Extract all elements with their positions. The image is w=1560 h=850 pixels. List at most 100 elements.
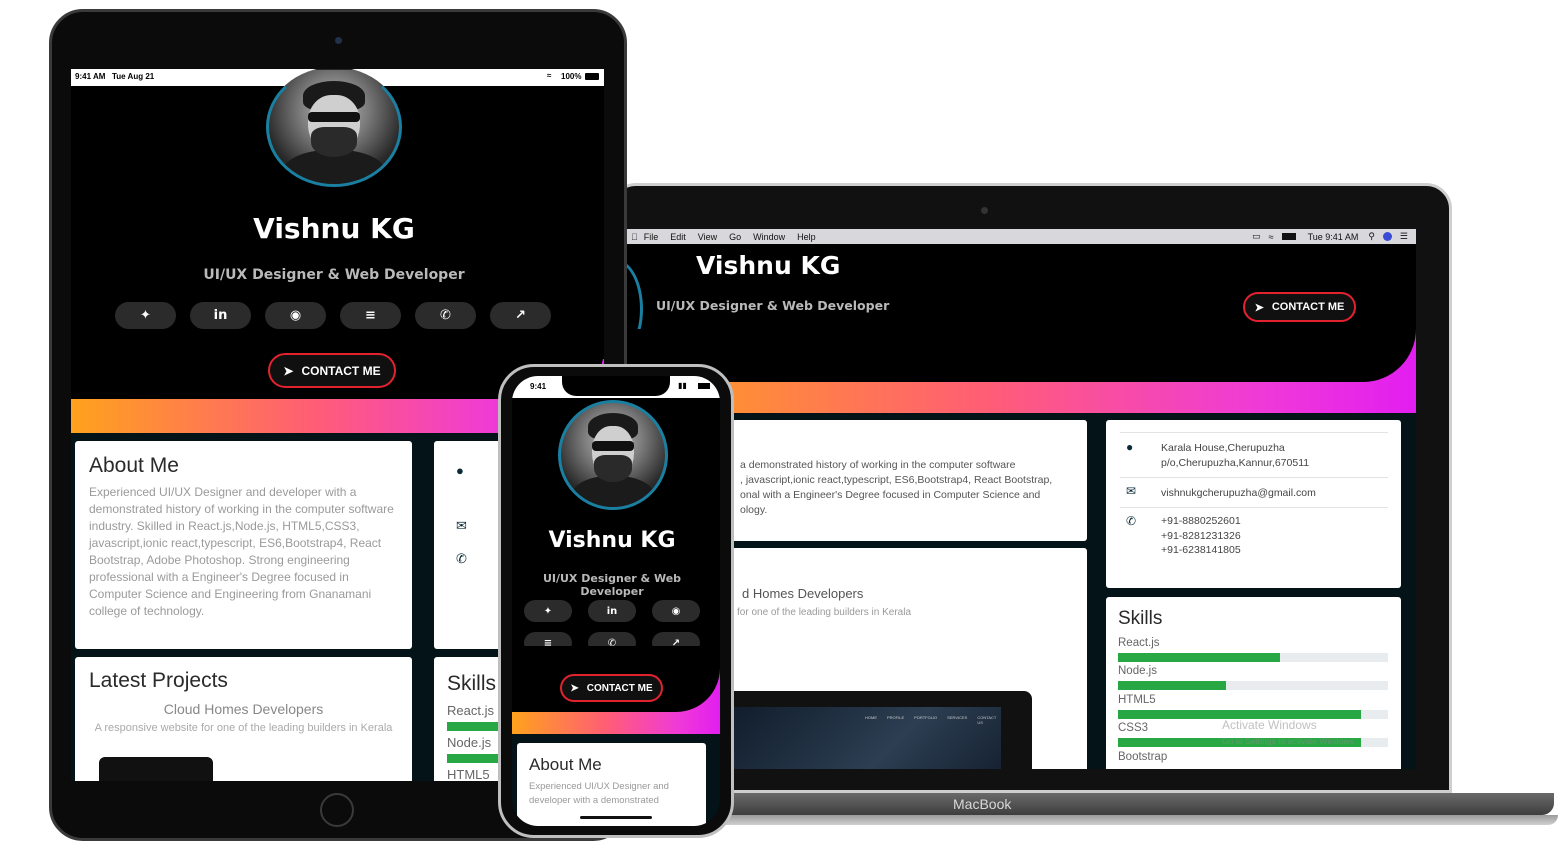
mac-menu-view[interactable]: View — [698, 232, 717, 242]
ipad-status-time: 9:41 AM — [75, 72, 106, 81]
spotlight-icon[interactable]: ⚲ — [1368, 231, 1375, 242]
ipad-project-thumb — [99, 757, 213, 781]
mac-skill-react: React.js — [1118, 635, 1388, 663]
macbook-screen:  File Edit View Go Window Help ▭ ≈ Tue … — [627, 229, 1416, 769]
mac-address-line1: Karala House,Cherupuzha — [1161, 442, 1285, 454]
ipad-project-title: Cloud Homes Developers — [163, 701, 324, 717]
mac-skill-node: Node.js — [1118, 663, 1388, 692]
mac-contact-label: CONTACT ME — [1271, 301, 1345, 313]
mini-nav-profile: PROFILE — [887, 715, 905, 720]
ipad-profile-role: UI/UX Designer & Web Developer — [203, 267, 465, 283]
mac-email[interactable]: vishnukgcherupuzha@gmail.com — [1161, 486, 1316, 501]
ipad-contact-button-front[interactable]: ➤ CONTACT ME — [268, 353, 396, 388]
mini-nav-services: SERVICES — [947, 715, 968, 720]
mac-menu-edit[interactable]: Edit — [670, 232, 686, 242]
ipad-github-button[interactable]: ◉ — [265, 302, 326, 329]
mac-menu-bar:  File Edit View Go Window Help ▭ ≈ Tue … — [627, 229, 1416, 244]
ipad-battery-icon — [585, 73, 599, 80]
mac-menu-window[interactable]: Window — [753, 232, 785, 242]
ipad-project-desc: A responsive website for one of the lead… — [94, 722, 393, 734]
github-icon: ◉ — [671, 605, 681, 617]
mini-laptop-screen: HOME PROFILE PORTFOLIO SERVICES CONTACT … — [715, 707, 1001, 769]
activate-windows-title: Activate Windows — [1222, 718, 1317, 732]
ipad-wifi-icon: ≈ — [547, 71, 552, 80]
ipad-home-button[interactable] — [320, 793, 354, 827]
ipad-skill-html-name: HTML5 — [447, 767, 490, 781]
send-icon: ➤ — [570, 682, 579, 694]
ipad-linkedin-button[interactable]: in — [190, 302, 251, 329]
mac-skills-card: Skills React.js Node.js HTML5 CSS3 Boots… — [1106, 597, 1401, 769]
mac-about-line1: a demonstrated history of working in the… — [740, 459, 1016, 471]
ipad-skill-node-name: Node.js — [447, 735, 492, 750]
iphone-contact-button[interactable]: ➤ CONTACT ME — [560, 674, 663, 702]
phone-icon: ✆ — [456, 551, 467, 566]
ipad-skill-react-name: React.js — [447, 703, 494, 718]
ipad-projects-title: Latest Projects — [89, 669, 228, 692]
mac-menu-help[interactable]: Help — [797, 232, 816, 242]
twitter-icon: ✦ — [140, 308, 151, 323]
wifi-icon[interactable]: ≈ — [1269, 232, 1274, 242]
macbook-base — [590, 793, 1554, 815]
location-icon: ● — [1126, 440, 1134, 454]
whatsapp-icon: ✆ — [440, 308, 451, 323]
mini-nav-contact: CONTACT US — [977, 715, 997, 725]
mac-profile-role: UI/UX Designer & Web Developer — [656, 298, 890, 313]
airplay-icon[interactable]: ▭ — [1252, 231, 1261, 242]
email-icon: ✉ — [456, 518, 467, 533]
iphone-screen: 9:41 ▮▮ Vishnu KG UI/UX Designer & Web D… — [512, 376, 720, 826]
ipad-external-link-button[interactable]: ↗ — [490, 302, 551, 329]
mac-apple-icon[interactable]:  — [631, 232, 638, 242]
iphone-home-indicator — [580, 816, 652, 819]
notification-center-icon[interactable]: ☰ — [1400, 231, 1408, 242]
mac-project-desc: for one of the leading builders in Keral… — [737, 607, 912, 618]
location-icon: ● — [456, 463, 464, 478]
github-icon: ◉ — [289, 308, 302, 323]
macbook-camera — [981, 207, 988, 214]
mac-skill-bootstrap-name: Bootstrap — [1118, 751, 1168, 763]
mac-menu-file[interactable]: File — [644, 232, 659, 242]
mac-skill-html-name: HTML5 — [1118, 694, 1156, 706]
mac-about-line4: ology. — [740, 503, 768, 516]
iphone-notch — [562, 376, 670, 396]
iphone-about-text: Experienced UI/UX Designer and developer… — [529, 781, 669, 806]
ipad-stackoverflow-button[interactable]: ≡ — [340, 302, 401, 329]
ipad-avatar — [266, 69, 402, 187]
ipad-about-text: Experienced UI/UX Designer and developer… — [89, 485, 394, 619]
iphone-signal-icon: ▮▮ — [678, 381, 687, 390]
ipad-twitter-button[interactable]: ✦ — [115, 302, 176, 329]
siri-icon[interactable] — [1382, 232, 1392, 241]
mac-skill-bootstrap: Bootstrap — [1118, 749, 1388, 769]
mac-skill-list: React.js Node.js HTML5 CSS3 Bootstrap — [1118, 635, 1388, 769]
send-icon: ➤ — [283, 363, 294, 378]
iphone-profile-name: Vishnu KG — [548, 528, 676, 553]
mac-contact-card: ● Karala House,Cherupuzha p/o,Cherupuzha… — [1106, 420, 1401, 588]
mac-clock: Tue 9:41 AM — [1307, 231, 1359, 242]
iphone-profile-role: UI/UX Designer & Web Developer — [542, 572, 682, 598]
ipad-profile-name: Vishnu KG — [253, 212, 415, 245]
iphone-linkedin-button[interactable]: in — [588, 600, 636, 622]
mini-nav-portfolio: PORTFOLIO — [914, 715, 938, 720]
mac-about-line2: , javascript,ionic react,typescript, ES6… — [740, 473, 1053, 486]
mac-about-card: a demonstrated history of working in the… — [707, 420, 1087, 541]
ipad-whatsapp-button[interactable]: ✆ — [415, 302, 476, 329]
iphone-github-button[interactable]: ◉ — [652, 600, 700, 622]
macbook-brand: MacBook — [953, 796, 1012, 812]
mini-laptop: HOME PROFILE PORTFOLIO SERVICES CONTACT … — [707, 691, 1032, 769]
mac-skill-html: HTML5 — [1118, 692, 1388, 720]
mac-phone2[interactable]: +91-8281231326 — [1161, 529, 1241, 544]
activate-windows-subtitle: Go to Settings to activate Windows. — [1222, 736, 1357, 746]
ipad-battery-text: 100% — [561, 72, 582, 81]
mac-about-line3: onal with a Engineer's Degree focused in… — [740, 488, 1041, 501]
mac-profile-name: Vishnu KG — [696, 251, 841, 280]
mac-phone1[interactable]: +91-8880252601 — [1161, 514, 1241, 529]
mac-phone3[interactable]: +91-6238141805 — [1161, 543, 1241, 558]
mac-contact-button[interactable]: ➤ CONTACT ME — [1243, 292, 1356, 322]
mac-skill-node-name: Node.js — [1118, 665, 1157, 677]
iphone-twitter-button[interactable]: ✦ — [524, 600, 572, 622]
linkedin-icon: in — [213, 308, 228, 323]
mac-menu-go[interactable]: Go — [729, 232, 741, 242]
mac-skill-node-bar — [1118, 681, 1226, 690]
external-link-icon: ↗ — [515, 308, 526, 323]
iphone-avatar — [558, 400, 668, 510]
battery-icon[interactable] — [1281, 233, 1296, 240]
